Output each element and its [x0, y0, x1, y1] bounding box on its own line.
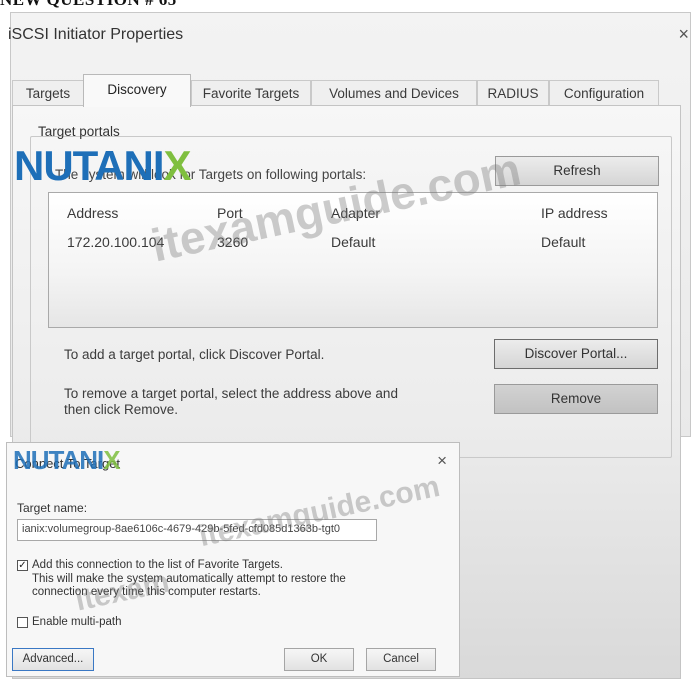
tab-discovery[interactable]: Discovery	[83, 74, 191, 107]
tab-configuration[interactable]: Configuration	[549, 80, 659, 106]
enable-multipath-label: Enable multi-path	[32, 616, 122, 628]
group-label: Target portals	[38, 124, 120, 139]
remove-portal-note-line1: To remove a target portal, select the ad…	[64, 386, 398, 401]
column-header-ip-address[interactable]: IP address	[541, 205, 608, 221]
discover-portal-button[interactable]: Discover Portal...	[494, 339, 658, 369]
nutanix-logo-watermark: NUTANIX	[13, 445, 121, 475]
question-header: NEW QUESTION # 65	[0, 0, 177, 10]
cancel-button[interactable]: Cancel	[366, 648, 436, 671]
favorite-targets-checkbox[interactable]: ✓	[17, 560, 28, 571]
connect-to-target-window: Connect To Target × Target name: ianix:v…	[6, 442, 460, 677]
tab-strip: Targets Discovery Favorite Targets Volum…	[12, 72, 681, 107]
close-icon[interactable]: ×	[437, 451, 447, 471]
tab-favorite-targets[interactable]: Favorite Targets	[191, 80, 311, 106]
column-header-address[interactable]: Address	[67, 205, 118, 221]
nutanix-logo-watermark: NUTANIX	[14, 142, 192, 189]
tab-radius[interactable]: RADIUS	[477, 80, 549, 106]
target-name-label: Target name:	[17, 501, 88, 515]
discover-portal-note: To add a target portal, click Discover P…	[64, 347, 325, 362]
site-watermark: itexamguide.com	[196, 469, 443, 554]
remove-button[interactable]: Remove	[494, 384, 658, 414]
tab-targets[interactable]: Targets	[12, 80, 84, 106]
advanced-button[interactable]: Advanced...	[12, 648, 94, 671]
remove-portal-note-line2: then click Remove.	[64, 402, 179, 417]
close-icon[interactable]: ×	[678, 24, 689, 45]
tab-volumes-and-devices[interactable]: Volumes and Devices	[311, 80, 477, 106]
cell-adapter: Default	[331, 234, 376, 250]
cell-ip-address: Default	[541, 234, 586, 250]
ok-button[interactable]: OK	[284, 648, 354, 671]
enable-multipath-checkbox[interactable]	[17, 617, 28, 628]
window-title: iSCSI Initiator Properties	[8, 26, 184, 43]
